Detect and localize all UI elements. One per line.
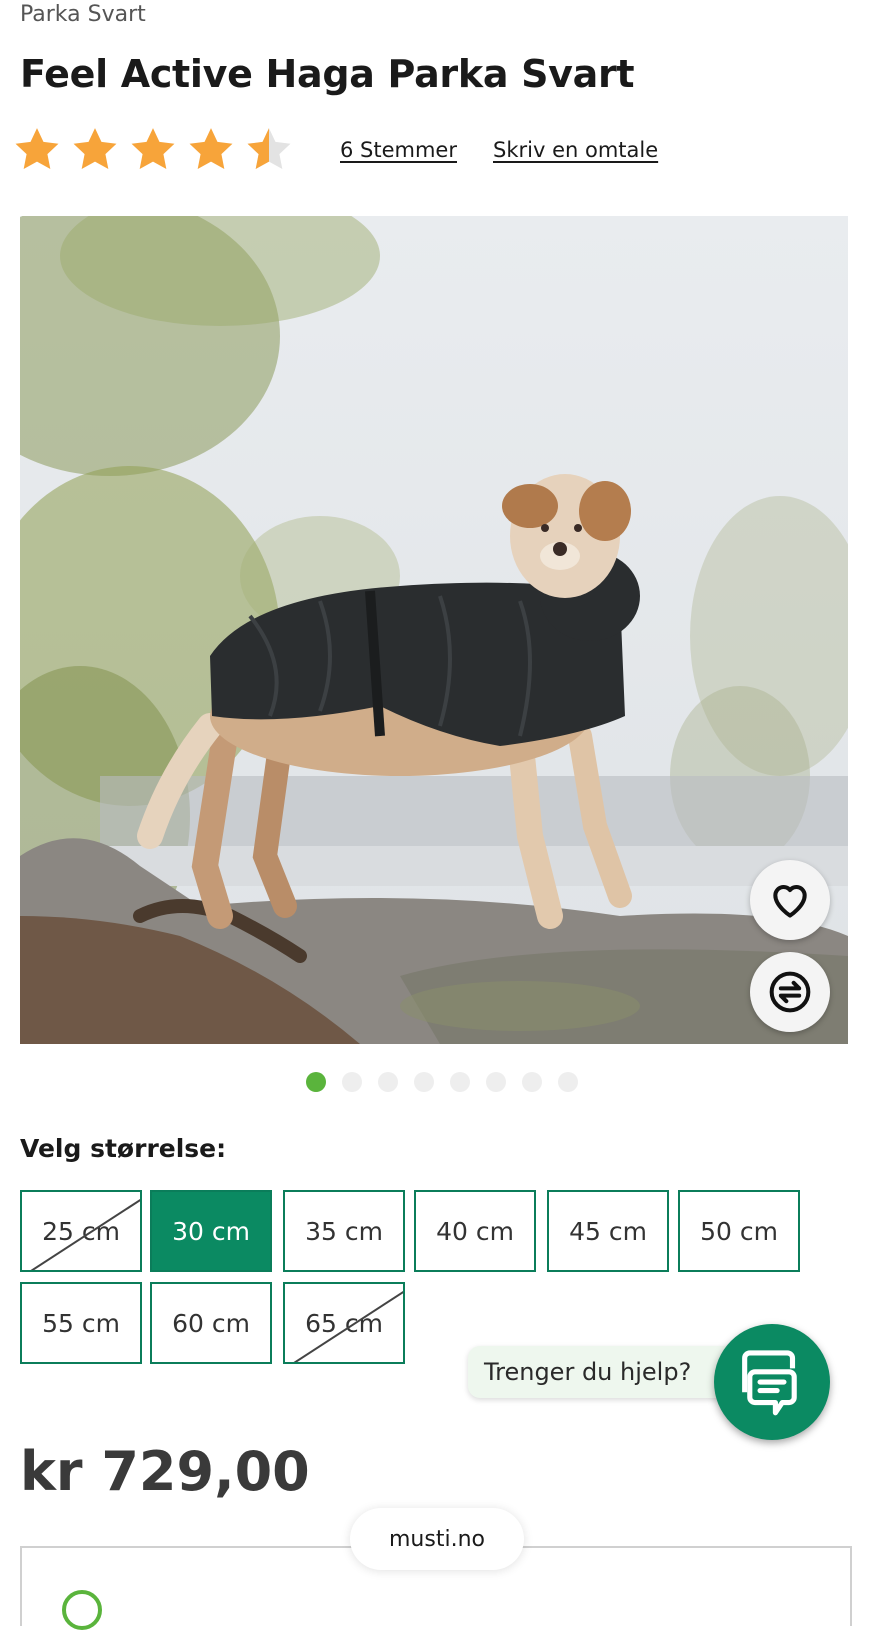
help-bubble[interactable]: Trenger du hjelp? (468, 1346, 738, 1398)
star-icon (70, 125, 120, 175)
size-option[interactable]: 65 cm (283, 1282, 405, 1364)
heart-icon (773, 885, 807, 918)
check-circle-icon (62, 1590, 102, 1630)
pagination-dot[interactable] (306, 1072, 326, 1092)
votes-link[interactable]: 6 Stemmer (340, 138, 457, 162)
pagination-dot[interactable] (486, 1072, 506, 1092)
star-rating (12, 125, 294, 175)
size-option[interactable]: 50 cm (678, 1190, 800, 1272)
size-option[interactable]: 25 cm (20, 1190, 142, 1272)
compare-arrows-icon (769, 971, 811, 1013)
wishlist-button[interactable] (750, 860, 830, 940)
pagination-dot[interactable] (450, 1072, 470, 1092)
star-icon (128, 125, 178, 175)
product-image-gallery[interactable] (20, 216, 848, 1044)
pagination-dot[interactable] (522, 1072, 542, 1092)
dog-in-black-parka-photo (20, 216, 848, 1044)
size-option[interactable]: 55 cm (20, 1282, 142, 1364)
compare-button[interactable] (750, 952, 830, 1032)
half-star-icon (244, 125, 294, 175)
pagination-dot[interactable] (342, 1072, 362, 1092)
write-review-link[interactable]: Skriv en omtale (493, 138, 658, 162)
chat-button[interactable] (714, 1324, 830, 1440)
breadcrumb[interactable]: Parka Svart (20, 2, 146, 27)
size-option[interactable]: 60 cm (150, 1282, 272, 1364)
browser-url-pill[interactable]: musti.no (350, 1508, 524, 1570)
pagination-dot[interactable] (414, 1072, 434, 1092)
product-price: kr 729,00 (20, 1440, 310, 1503)
star-icon (12, 125, 62, 175)
size-option[interactable]: 35 cm (283, 1190, 405, 1272)
size-option[interactable]: 30 cm (150, 1190, 272, 1272)
pagination-dot[interactable] (378, 1072, 398, 1092)
size-option[interactable]: 45 cm (547, 1190, 669, 1272)
size-label: Velg størrelse: (20, 1134, 227, 1163)
size-option[interactable]: 40 cm (414, 1190, 536, 1272)
product-title: Feel Active Haga Parka Svart (20, 52, 635, 96)
chat-icon (742, 1350, 797, 1416)
star-icon (186, 125, 236, 175)
pagination-dot[interactable] (558, 1072, 578, 1092)
rating-row: 6 Stemmer Skriv en omtale (12, 124, 658, 176)
gallery-pagination (0, 1072, 872, 1092)
